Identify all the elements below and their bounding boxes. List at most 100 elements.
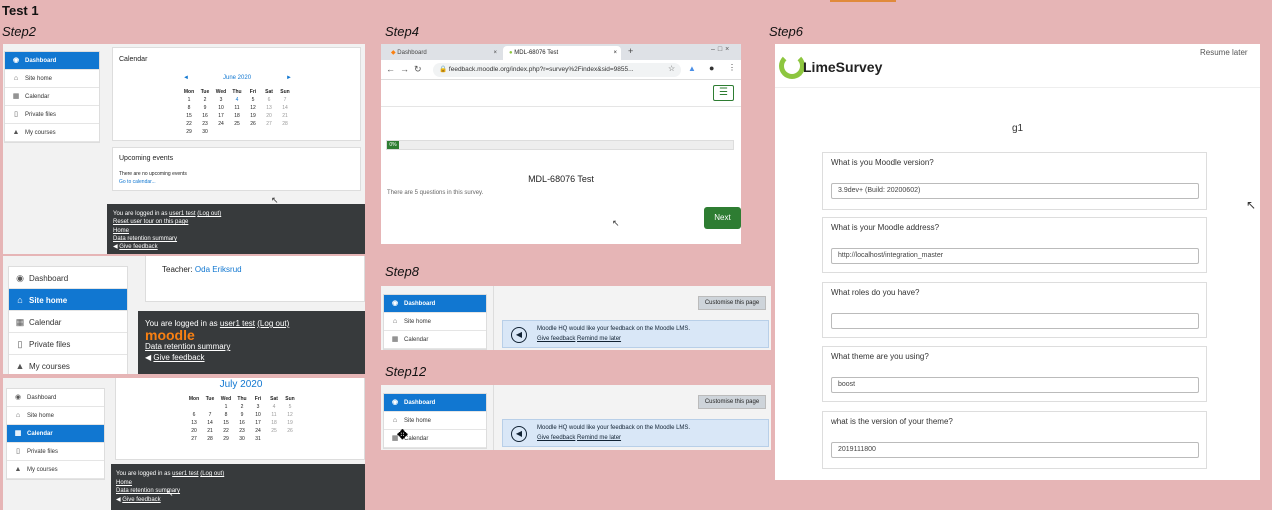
sidebar-item-site-home[interactable]: ⌂ Site home — [5, 70, 99, 88]
data-retention-link[interactable]: Data retention summary — [116, 487, 365, 496]
extension-icon[interactable]: ▲ — [688, 64, 696, 73]
logout-link[interactable]: (Log out) — [257, 319, 289, 328]
step4-browser: ◆ Dashboard × ● MDL-68076 Test × + –□× ←→↻… — [381, 44, 741, 244]
calendar-heading: Calendar — [119, 56, 148, 63]
question-text: What roles do you have? — [831, 288, 920, 297]
close-tab-icon[interactable]: × — [613, 46, 617, 60]
new-tab-icon[interactable]: + — [628, 46, 633, 56]
data-retention-link[interactable]: Data retention summary — [113, 235, 365, 243]
customise-page-button[interactable]: Customise this page — [698, 395, 766, 409]
sidebar-item-calendar[interactable]: ▦ Calendar — [9, 311, 127, 333]
sidebar-item-my-courses[interactable]: ▲ My courses — [7, 461, 104, 479]
give-feedback-link[interactable]: Give feedback — [153, 353, 204, 362]
panel-b-footer: You are logged in as user1 test (Log out… — [138, 311, 365, 374]
user-link[interactable]: user1 test — [169, 211, 195, 217]
remind-later-link[interactable]: Remind me later — [577, 336, 621, 342]
step4-label: Step4 — [385, 24, 419, 39]
sidebar-item-calendar[interactable]: ▦ Calendar — [7, 425, 104, 443]
tab-survey[interactable]: ● MDL-68076 Test × — [503, 46, 621, 60]
profile-icon[interactable]: ● — [709, 63, 714, 73]
sidebar-item-calendar[interactable]: ▦ Calendar — [5, 88, 99, 106]
logout-link[interactable]: (Log out) — [197, 211, 221, 217]
dashboard-icon: ◉ — [391, 399, 399, 406]
notice-text: Moodle HQ would like your feedback on th… — [537, 326, 691, 332]
limesurvey-favicon-icon: ● — [509, 50, 513, 56]
address-bar: ←→↻ 🔒 feedback.moodle.org/index.php?r=su… — [381, 60, 741, 80]
resume-later-link[interactable]: Resume later — [1200, 48, 1248, 57]
graduation-cap-icon: ▲ — [12, 129, 20, 136]
panel-c-sidebar: ◉ Dashboard ⌂ Site home ▦ Calendar ▯ Private… — [6, 388, 105, 480]
group-title: g1 — [1011, 123, 1024, 134]
bookmark-star-icon[interactable]: ☆ — [668, 64, 675, 73]
moodle-favicon-icon: ◆ — [391, 50, 396, 56]
answer-input[interactable] — [831, 313, 1199, 329]
step2-label: Step2 — [2, 24, 36, 39]
give-feedback-link[interactable]: Give feedback — [537, 435, 575, 441]
url-input[interactable]: 🔒 feedback.moodle.org/index.php?r=survey… — [433, 63, 681, 77]
window-controls-icon[interactable]: –□× — [711, 46, 732, 53]
step8-label: Step8 — [385, 264, 419, 279]
megaphone-icon: ◀ — [116, 496, 121, 503]
tab-dashboard[interactable]: ◆ Dashboard × — [385, 47, 501, 60]
sidebar-item-site-home[interactable]: ⌂ Site home — [9, 289, 127, 311]
answer-input[interactable]: 2019111800 — [831, 442, 1199, 458]
sidebar-item-dashboard[interactable]: ◉ Dashboard — [5, 52, 99, 70]
answer-input[interactable]: 3.9dev+ (Build: 20200602) — [831, 183, 1199, 199]
sidebar-item-site-home[interactable]: ⌂ Site home — [384, 313, 486, 331]
prev-month-icon[interactable]: ◄ — [183, 75, 189, 81]
sidebar-item-my-courses[interactable]: ▲ My courses — [9, 355, 127, 374]
customise-page-button[interactable]: Customise this page — [698, 296, 766, 310]
next-month-icon[interactable]: ► — [286, 75, 292, 81]
sidebar-item-calendar[interactable]: ▦ Calendar — [384, 331, 486, 349]
go-to-calendar-link[interactable]: Go to calendar... — [119, 179, 156, 185]
sidebar-item-site-home[interactable]: ⌂ Site home — [7, 407, 104, 425]
user-link[interactable]: user1 test — [220, 319, 255, 328]
close-tab-icon[interactable]: × — [493, 47, 497, 60]
mouse-cursor-icon: ↖ — [271, 195, 279, 205]
sidebar-item-dashboard[interactable]: ◉ Dashboard — [384, 295, 486, 313]
sidebar-item-private-files[interactable]: ▯ Private files — [5, 106, 99, 124]
home-icon: ⌂ — [392, 318, 398, 325]
sidebar-item-my-courses[interactable]: ▲ My courses — [5, 124, 99, 142]
question-card: What is you Moodle version? 3.9dev+ (Bui… — [822, 152, 1207, 210]
sidebar-item-private-files[interactable]: ▯ Private files — [7, 443, 104, 461]
next-button[interactable]: Next — [704, 207, 741, 229]
reset-tour-link[interactable]: Reset user tour on this page — [113, 218, 365, 226]
divider — [381, 106, 741, 107]
site-home-screenshot: ◉ Dashboard ⌂ Site home ▦ Calendar ▯ Private… — [3, 256, 365, 374]
top-accent — [830, 0, 896, 2]
sidebar-item-dashboard[interactable]: ◉ Dashboard — [9, 267, 127, 289]
user-link[interactable]: user1 test — [172, 471, 198, 477]
file-icon: ▯ — [14, 111, 18, 118]
move-cursor-icon: ✥ — [397, 427, 408, 442]
step8-screenshot: ◉ Dashboard ⌂ Site home ▦ Calendar Customis… — [381, 286, 771, 350]
upcoming-none: There are no upcoming events — [119, 171, 187, 177]
progress-bar: 0% — [386, 140, 734, 150]
answer-input[interactable]: http://localhost/integration_master — [831, 248, 1199, 264]
course-card: Teacher: Oda Eriksrud — [145, 256, 365, 302]
remind-later-link[interactable]: Remind me later — [577, 435, 621, 441]
dashboard-icon: ◉ — [12, 57, 20, 64]
data-retention-link[interactable]: Data retention summary — [145, 342, 365, 351]
teacher-link[interactable]: Oda Eriksrud — [195, 265, 242, 274]
home-link[interactable]: Home — [113, 227, 365, 235]
megaphone-icon: ◀ — [511, 426, 527, 442]
divider — [493, 286, 494, 350]
nav-arrows-icon[interactable]: ←→↻ — [386, 64, 427, 75]
answer-input[interactable]: boost — [831, 377, 1199, 393]
give-feedback-link[interactable]: Give feedback — [122, 497, 160, 503]
sidebar-item-dashboard[interactable]: ◉ Dashboard — [384, 394, 486, 412]
sidebar-item-dashboard[interactable]: ◉ Dashboard — [7, 389, 104, 407]
give-feedback-link[interactable]: Give feedback — [537, 336, 575, 342]
menu-kebab-icon[interactable]: ⋮ — [728, 63, 736, 72]
step12-label: Step12 — [385, 364, 427, 379]
sidebar-item-private-files[interactable]: ▯ Private files — [9, 333, 127, 355]
question-text: what is the version of your theme? — [831, 417, 953, 426]
give-feedback-link[interactable]: Give feedback — [119, 244, 157, 250]
calendar-grid: Mon Tue Wed Thu Fri Sat Sun 12345 6 7 8 9 10 11 12 1… — [188, 396, 295, 442]
megaphone-icon: ◀ — [511, 327, 527, 343]
home-link[interactable]: Home — [116, 479, 365, 488]
panel-b-sidebar: ◉ Dashboard ⌂ Site home ▦ Calendar ▯ Private… — [8, 266, 128, 374]
hamburger-menu-icon[interactable]: ☰ — [713, 85, 734, 101]
logout-link[interactable]: (Log out) — [200, 471, 224, 477]
